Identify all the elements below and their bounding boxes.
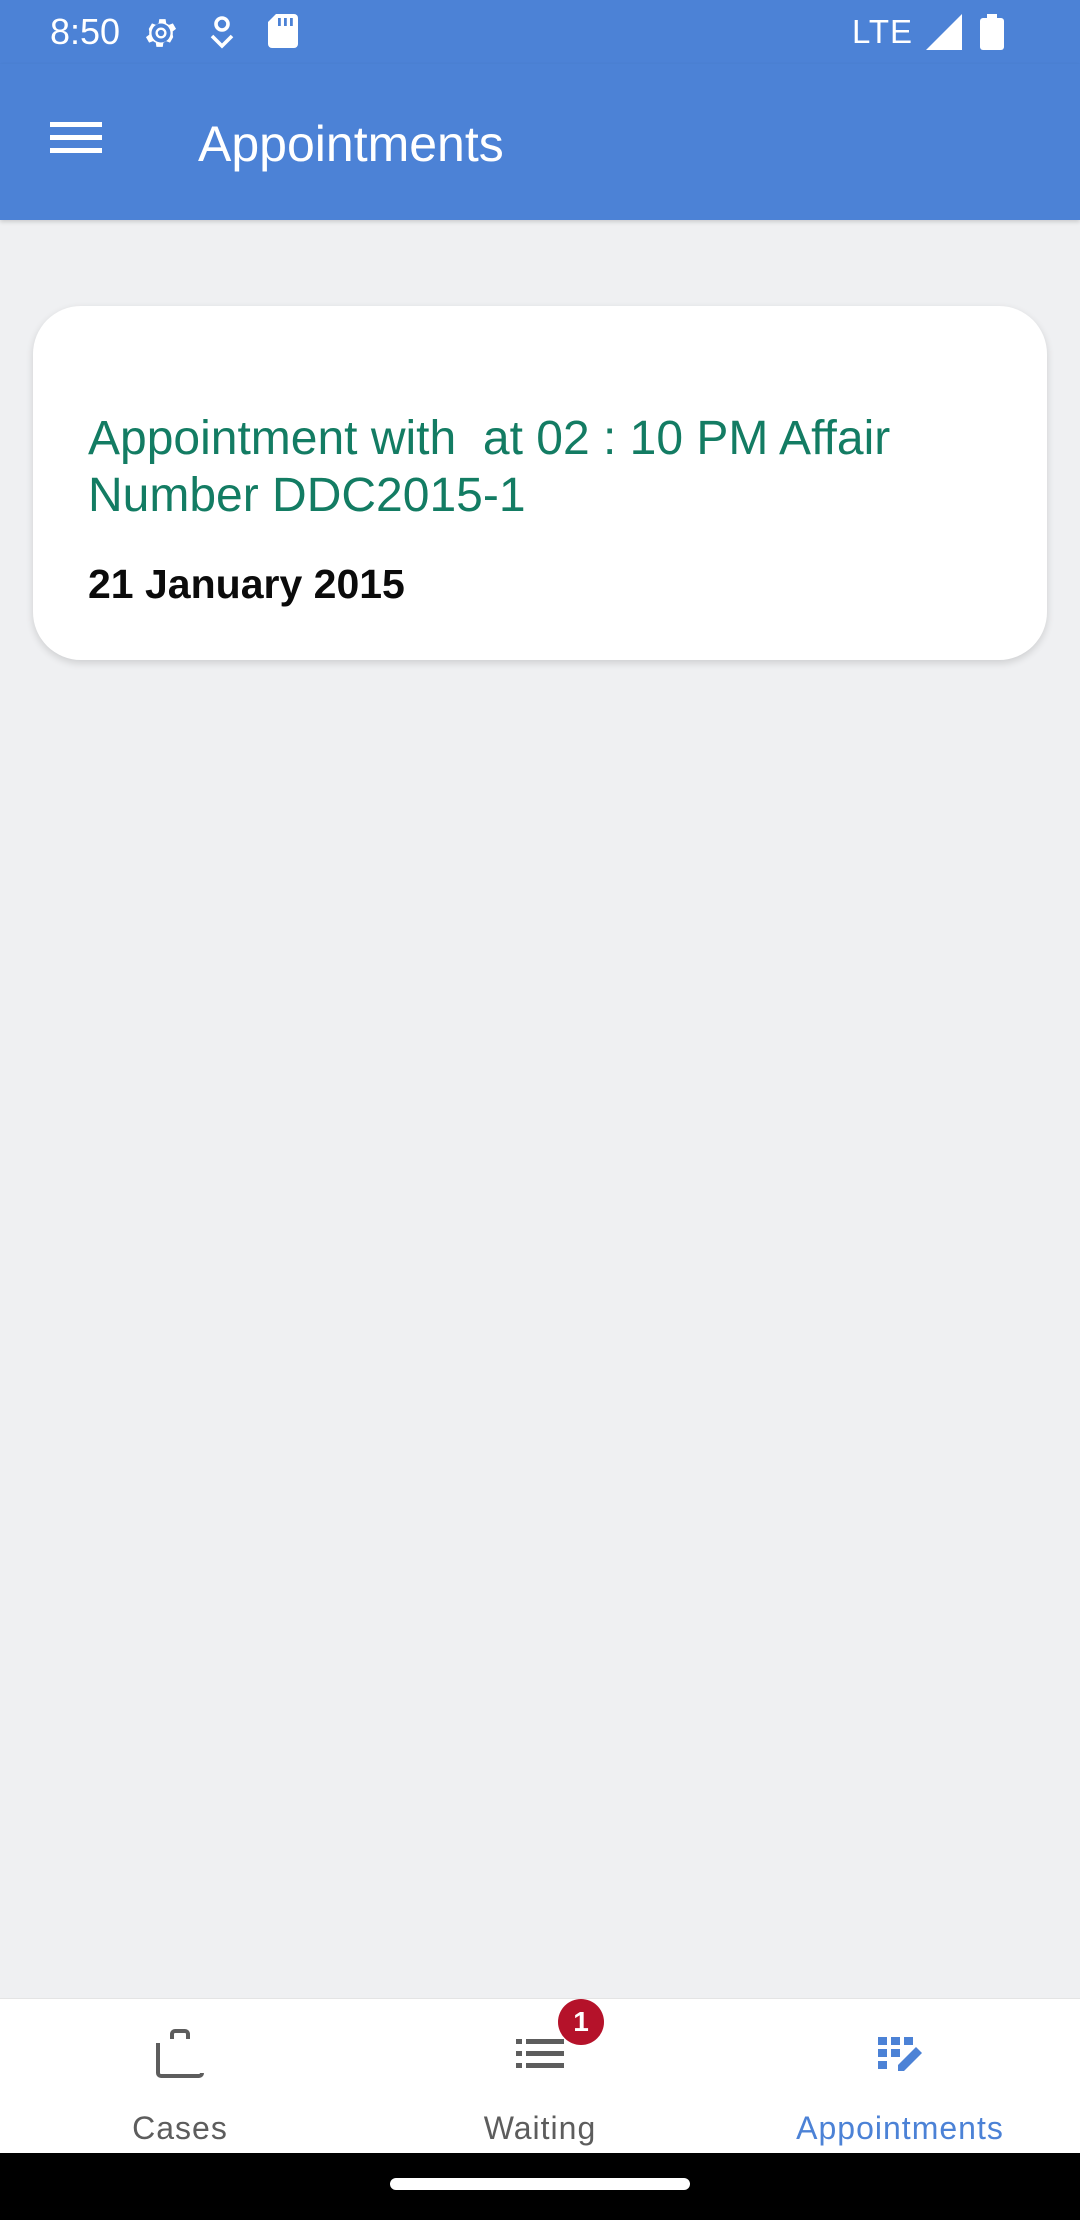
location-icon <box>208 14 236 55</box>
notification-badge: 1 <box>558 1999 604 2045</box>
nav-label-waiting: Waiting <box>483 2110 597 2146</box>
nav-label-appointments: Appointments <box>796 2110 1004 2146</box>
sd-card-icon <box>268 14 298 53</box>
briefcase-icon <box>156 2029 204 2078</box>
appointments-list: Appointment with at 02 : 10 PM Affair Nu… <box>0 220 1080 1998</box>
menu-icon <box>50 122 102 153</box>
calendar-edit-icon <box>878 2037 922 2071</box>
appointment-title: Appointment with at 02 : 10 PM Affair Nu… <box>88 412 904 522</box>
bottom-navigation: Cases 1 Waiting Appointments <box>0 1998 1080 2153</box>
status-bar: 8:50 LTE <box>0 0 1080 64</box>
nav-item-appointments[interactable]: Appointments <box>720 1999 1080 2154</box>
status-time: 8:50 <box>50 11 121 52</box>
system-gesture-bar <box>0 2153 1080 2220</box>
menu-button[interactable] <box>40 110 114 164</box>
nav-label-cases: Cases <box>132 2110 228 2146</box>
signal-icon <box>926 14 962 55</box>
battery-icon <box>980 14 1004 55</box>
app-bar: Appointments <box>0 64 1080 220</box>
appointment-date: 21 January 2015 <box>88 561 405 607</box>
settings-gear-icon <box>142 14 180 57</box>
nav-item-cases[interactable]: Cases <box>0 1999 360 2154</box>
network-type: LTE <box>852 13 914 50</box>
appointment-card[interactable]: Appointment with at 02 : 10 PM Affair Nu… <box>33 306 1047 660</box>
home-gesture-handle[interactable] <box>390 2178 690 2190</box>
nav-item-waiting[interactable]: 1 Waiting <box>360 1999 720 2154</box>
page-title: Appointments <box>198 116 504 172</box>
